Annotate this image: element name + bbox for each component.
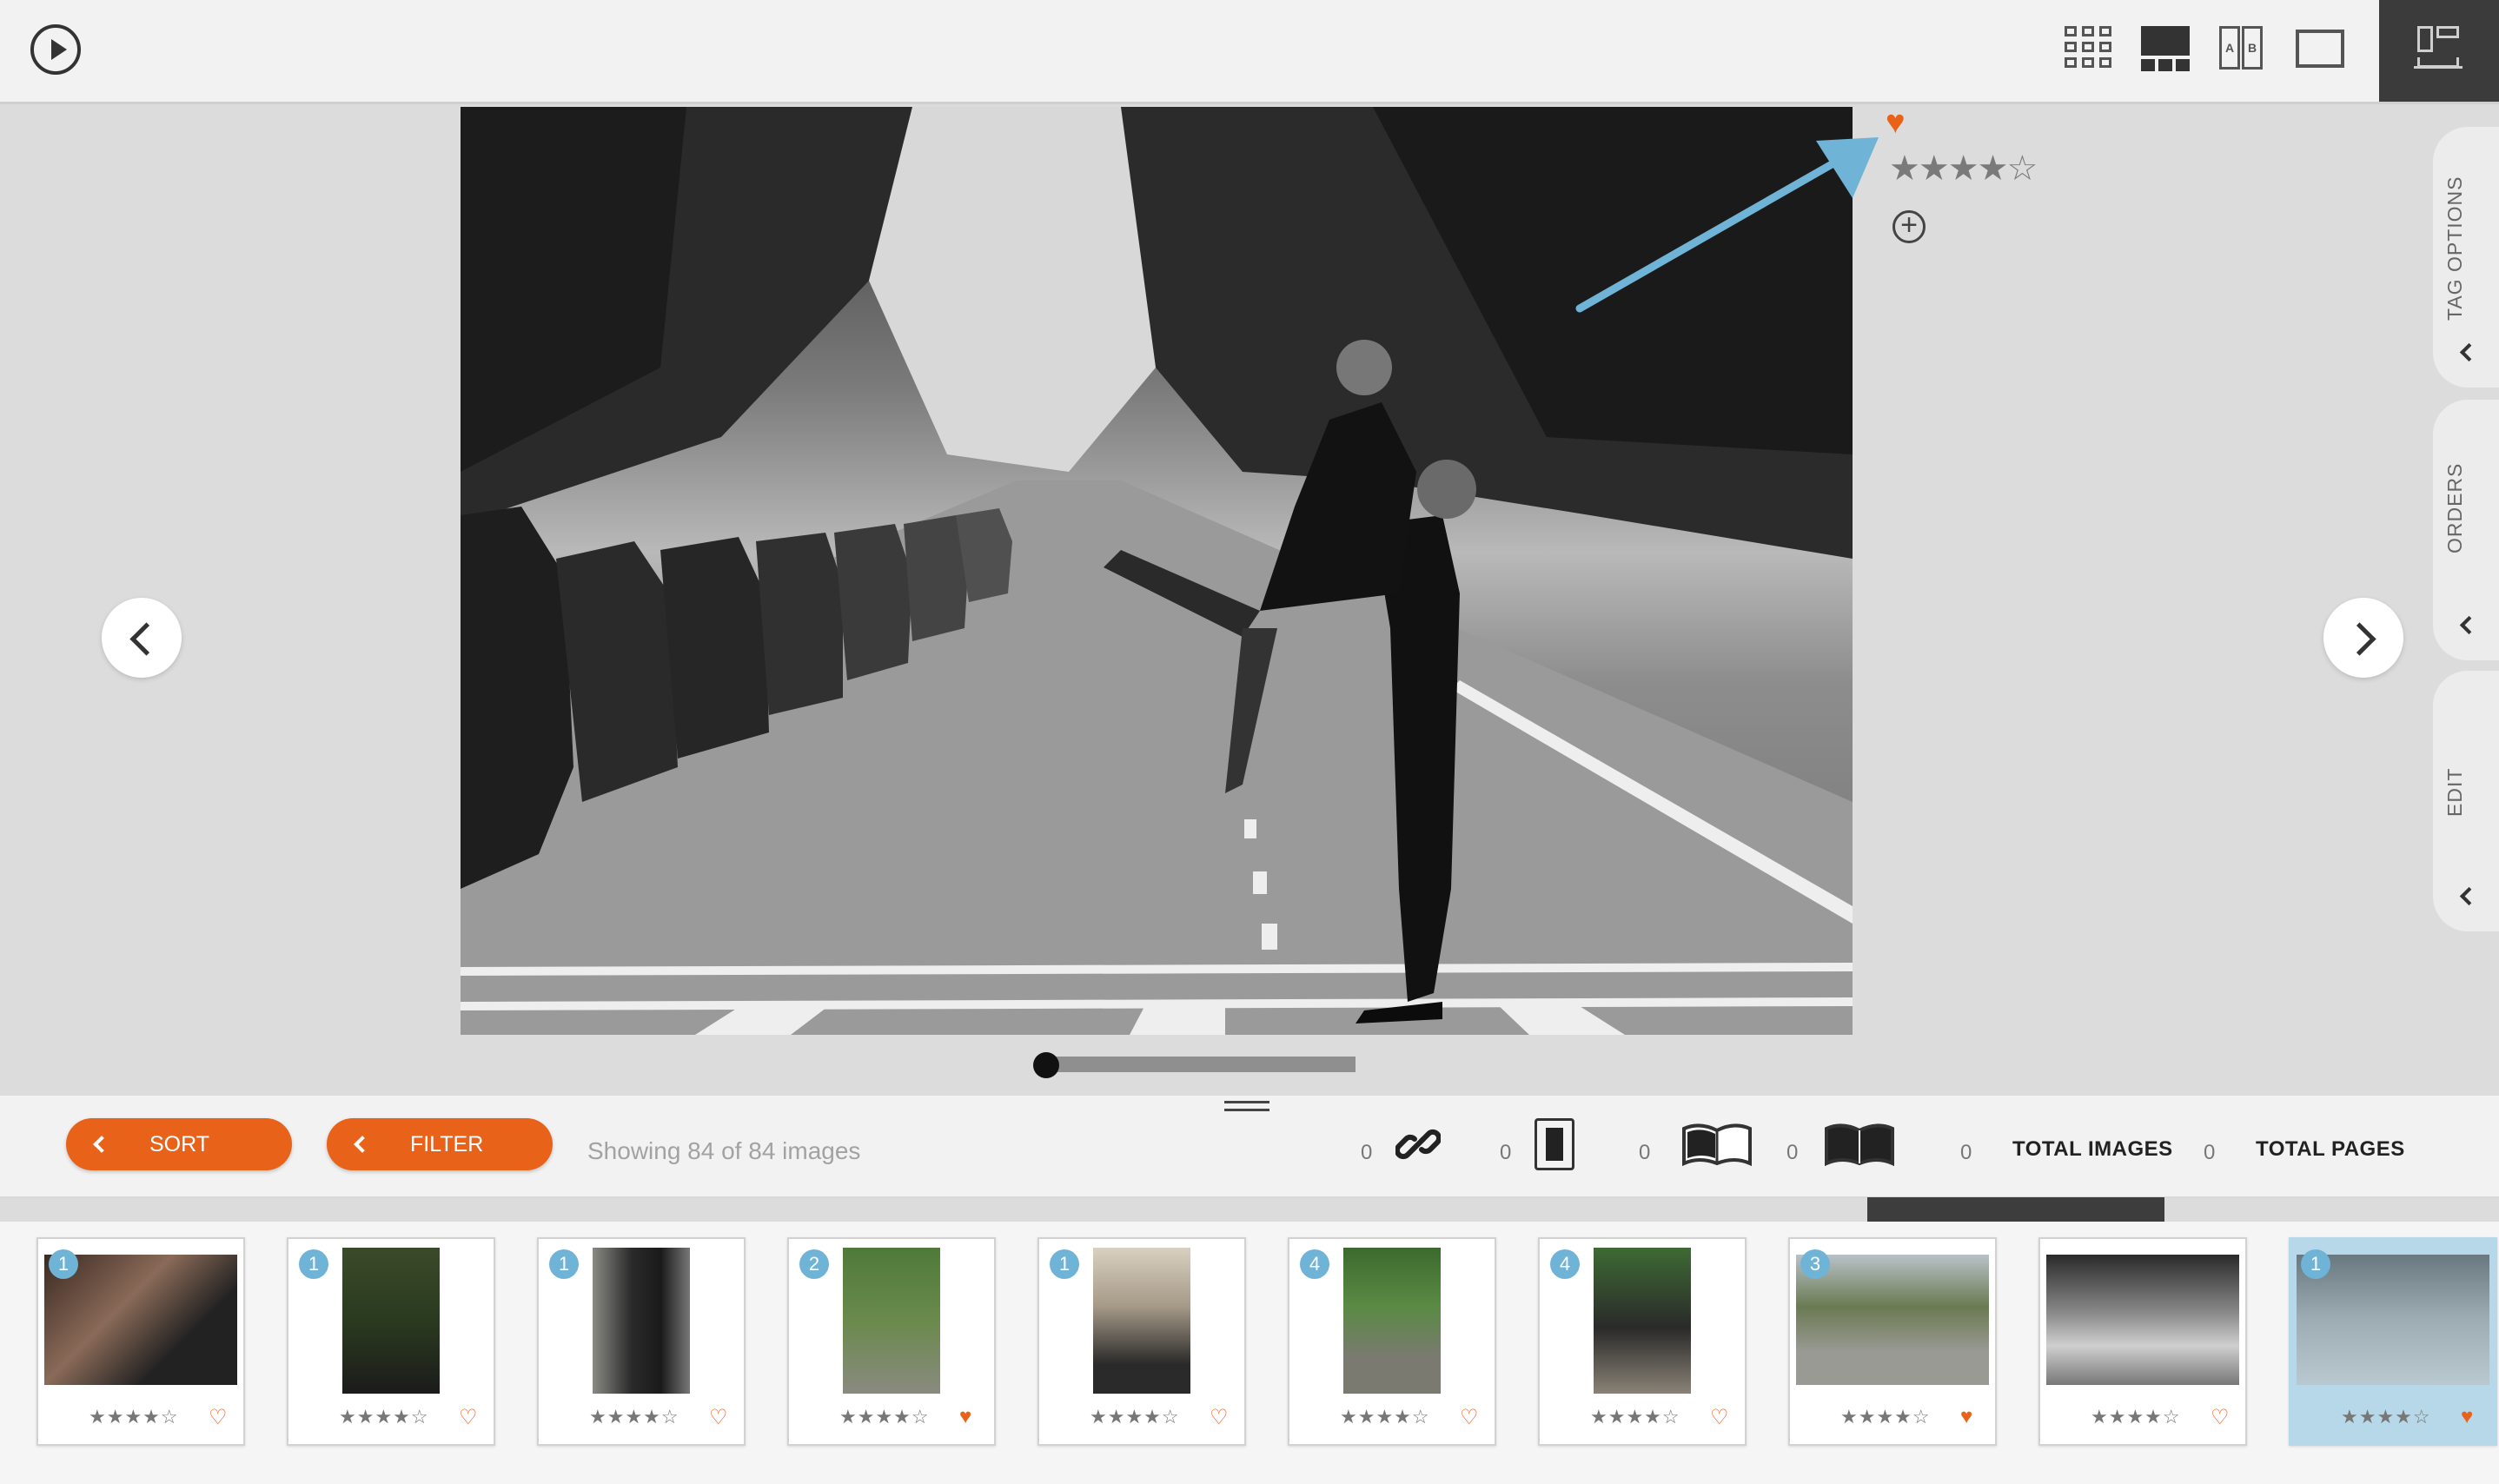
usage-badge: 4 bbox=[1300, 1249, 1329, 1279]
total-images-label: TOTAL IMAGES bbox=[2012, 1137, 2173, 1161]
slideshow-play-icon[interactable] bbox=[30, 24, 81, 75]
thumbnail-star-rating[interactable]: ★★★★☆ bbox=[1090, 1406, 1180, 1428]
filter-button-label: FILTER bbox=[410, 1132, 484, 1156]
thumbnail-card[interactable]: 3 ★★★★☆ ♥ bbox=[1788, 1237, 1997, 1446]
thumbnail-card[interactable]: 1 ★★★★☆ ♡ bbox=[36, 1237, 245, 1446]
thumbnail-image bbox=[2046, 1255, 2239, 1385]
grid-view-icon[interactable] bbox=[2061, 23, 2117, 75]
single-view-icon[interactable] bbox=[2292, 23, 2348, 75]
thumbnail-card[interactable]: 4 ★★★★☆ ♡ bbox=[1538, 1237, 1747, 1446]
thumbnail-image bbox=[1594, 1248, 1691, 1394]
thumbnail-star-rating[interactable]: ★★★★☆ bbox=[339, 1406, 429, 1428]
bottom-toolbar: SORT FILTER Showing 84 of 84 images 0 0 … bbox=[0, 1096, 2499, 1198]
compare-view-icon[interactable]: AB bbox=[2214, 23, 2270, 75]
thumbnail-star-rating[interactable]: ★★★★☆ bbox=[89, 1406, 179, 1428]
usage-badge: 2 bbox=[799, 1249, 829, 1279]
total-pages-count: 0 bbox=[2204, 1141, 2216, 1164]
thumbnail-card-selected[interactable]: 1 ★★★★☆ ♥ bbox=[2289, 1237, 2497, 1446]
thumbnail-card[interactable]: 1 ★★★★☆ ♡ bbox=[537, 1237, 746, 1446]
heart-icon[interactable]: ♡ bbox=[1710, 1405, 1729, 1430]
heart-icon[interactable]: ♡ bbox=[459, 1405, 478, 1430]
thumbnail-image bbox=[342, 1248, 440, 1394]
filmstrip: 1 ★★★★☆ ♡ 1 ★★★★☆ ♡ 1 ★★★★☆ ♡ 2 ★★★★☆ ♥ … bbox=[0, 1222, 2499, 1484]
thumbnail-image bbox=[593, 1248, 690, 1394]
heart-icon[interactable]: ♡ bbox=[2211, 1405, 2230, 1430]
tab-edit[interactable]: EDIT bbox=[2433, 671, 2499, 931]
thumbnail-image bbox=[1343, 1248, 1441, 1394]
annotation-arrow bbox=[1575, 137, 1879, 313]
thumbnail-star-rating[interactable]: ★★★★☆ bbox=[839, 1406, 930, 1428]
tab-orders[interactable]: ORDERS bbox=[2433, 400, 2499, 660]
zoom-slider-track[interactable] bbox=[1043, 1057, 1356, 1072]
link-icon[interactable] bbox=[1395, 1122, 1441, 1167]
sort-button-label: SORT bbox=[149, 1132, 209, 1156]
thumbnail-card[interactable]: ★★★★☆ ♡ bbox=[2038, 1237, 2247, 1446]
usage-badge: 1 bbox=[299, 1249, 328, 1279]
usage-badge: 1 bbox=[2301, 1249, 2330, 1279]
usage-badge: 1 bbox=[49, 1249, 78, 1279]
thumbnail-image bbox=[1093, 1248, 1190, 1394]
closed-book-count: 0 bbox=[1786, 1141, 1799, 1164]
filmstrip-scrollbar[interactable] bbox=[1867, 1197, 2164, 1222]
link-count: 0 bbox=[1361, 1141, 1373, 1164]
thumbnail-image bbox=[843, 1248, 940, 1394]
image-star-rating[interactable]: ★★★★☆ bbox=[1889, 151, 2038, 186]
thumbnail-star-rating[interactable]: ★★★★☆ bbox=[1590, 1406, 1680, 1428]
heart-icon[interactable]: ♥ bbox=[1960, 1405, 1972, 1429]
thumbnail-card[interactable]: 1 ★★★★☆ ♡ bbox=[1037, 1237, 1246, 1446]
heart-icon[interactable]: ♡ bbox=[709, 1405, 728, 1430]
tab-tag-options[interactable]: TAG OPTIONS bbox=[2433, 127, 2499, 388]
thumbnail-star-rating[interactable]: ★★★★☆ bbox=[589, 1406, 679, 1428]
thumbnail-star-rating[interactable]: ★★★★☆ bbox=[2091, 1406, 2181, 1428]
single-page-count: 0 bbox=[1500, 1141, 1512, 1164]
next-image-button[interactable] bbox=[2323, 598, 2403, 678]
add-tag-icon[interactable]: + bbox=[1892, 210, 1926, 243]
thumbnail-card[interactable]: 4 ★★★★☆ ♡ bbox=[1288, 1237, 1496, 1446]
top-toolbar: AB bbox=[0, 0, 2499, 104]
usage-badge: 4 bbox=[1550, 1249, 1580, 1279]
filter-button[interactable]: FILTER bbox=[327, 1118, 553, 1170]
album-book-icon[interactable] bbox=[1823, 1120, 1896, 1169]
album-layout-icon[interactable] bbox=[2379, 0, 2499, 102]
single-page-icon[interactable] bbox=[1535, 1118, 1574, 1170]
tab-orders-label: ORDERS bbox=[2443, 462, 2466, 554]
image-count-status: Showing 84 of 84 images bbox=[587, 1137, 861, 1164]
usage-badge: 3 bbox=[1800, 1249, 1830, 1279]
total-images-count: 0 bbox=[1960, 1141, 1972, 1164]
thumbnail-star-rating[interactable]: ★★★★☆ bbox=[2341, 1406, 2431, 1428]
heart-icon[interactable]: ♡ bbox=[1460, 1405, 1479, 1430]
chevron-left-icon bbox=[93, 1136, 110, 1153]
thumbnail-star-rating[interactable]: ★★★★☆ bbox=[1840, 1406, 1931, 1428]
chevron-left-icon bbox=[2459, 886, 2479, 906]
favorite-heart-icon[interactable]: ♥ bbox=[1886, 106, 1906, 139]
large-view-icon[interactable] bbox=[2138, 23, 2193, 75]
sort-button[interactable]: SORT bbox=[66, 1118, 292, 1170]
previous-image-button[interactable] bbox=[102, 598, 182, 678]
zoom-slider-handle[interactable] bbox=[1033, 1052, 1059, 1078]
open-book-count: 0 bbox=[1639, 1141, 1651, 1164]
heart-icon[interactable]: ♡ bbox=[1210, 1405, 1229, 1430]
usage-badge: 1 bbox=[549, 1249, 579, 1279]
tab-tag-options-label: TAG OPTIONS bbox=[2443, 176, 2466, 321]
thumbnail-star-rating[interactable]: ★★★★☆ bbox=[1340, 1406, 1430, 1428]
open-book-icon[interactable] bbox=[1680, 1120, 1753, 1169]
panel-drag-handle[interactable] bbox=[1224, 1101, 1269, 1111]
tab-edit-label: EDIT bbox=[2443, 767, 2466, 818]
heart-icon[interactable]: ♥ bbox=[959, 1405, 971, 1429]
total-pages-label: TOTAL PAGES bbox=[2256, 1137, 2405, 1161]
usage-badge: 1 bbox=[1050, 1249, 1079, 1279]
heart-icon[interactable]: ♡ bbox=[209, 1405, 228, 1430]
chevron-left-icon bbox=[354, 1136, 371, 1153]
thumbnail-card[interactable]: 1 ★★★★☆ ♡ bbox=[287, 1237, 495, 1446]
thumbnail-card[interactable]: 2 ★★★★☆ ♥ bbox=[787, 1237, 996, 1446]
chevron-left-icon bbox=[2459, 615, 2479, 635]
heart-icon[interactable]: ♥ bbox=[2461, 1405, 2473, 1429]
